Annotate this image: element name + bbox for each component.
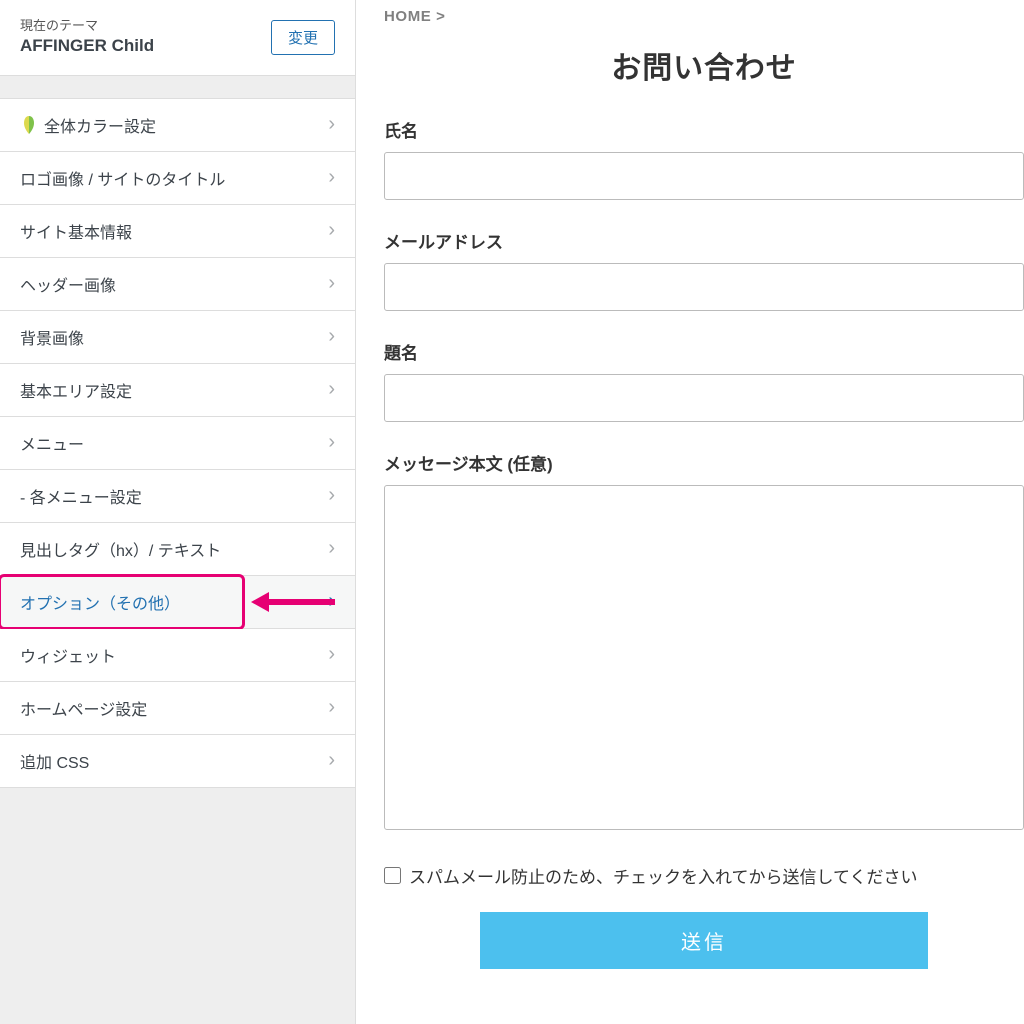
sidebar-item-label: ヘッダー画像 (20, 272, 116, 296)
sidebar-item-4[interactable]: 背景画像 › (0, 311, 355, 364)
spam-checkbox[interactable] (384, 867, 401, 884)
sidebar-menu: 全体カラー設定›ロゴ画像 / サイトのタイトル›サイト基本情報›ヘッダー画像›背… (0, 98, 355, 788)
name-input[interactable] (384, 152, 1024, 200)
sidebar-item-label: ウィジェット (20, 643, 116, 667)
chevron-right-icon: › (328, 113, 335, 136)
spam-check-row: スパムメール防止のため、チェックを入れてから送信してください (384, 863, 1024, 888)
chevron-right-icon: › (328, 643, 335, 666)
chevron-right-icon: › (328, 749, 335, 772)
email-label: メールアドレス (384, 228, 1024, 253)
sidebar-item-0[interactable]: 全体カラー設定 › (0, 99, 355, 152)
sidebar-item-label: 基本エリア設定 (20, 378, 132, 402)
chevron-right-icon: › (328, 166, 335, 189)
chevron-right-icon: › (328, 484, 335, 507)
sidebar-item-10[interactable]: ウィジェット › (0, 629, 355, 682)
chevron-right-icon: › (328, 272, 335, 295)
email-input[interactable] (384, 263, 1024, 311)
sidebar-item-6[interactable]: メニュー › (0, 417, 355, 470)
sidebar-item-label: ロゴ画像 / サイトのタイトル (20, 166, 225, 190)
chevron-right-icon: › (328, 219, 335, 242)
chevron-right-icon: › (328, 325, 335, 348)
sidebar-item-7[interactable]: - 各メニュー設定 › (0, 470, 355, 523)
change-theme-button[interactable]: 変更 (271, 20, 335, 55)
theme-info-box: 現在のテーマ AFFINGER Child 変更 (0, 0, 355, 76)
theme-name: AFFINGER Child (20, 35, 154, 57)
field-email: メールアドレス (384, 228, 1024, 311)
message-label: メッセージ本文 (任意) (384, 450, 1024, 475)
leaf-icon (20, 115, 38, 135)
sidebar-item-2[interactable]: サイト基本情報 › (0, 205, 355, 258)
sidebar-item-label: ホームページ設定 (20, 696, 147, 720)
chevron-right-icon: › (328, 537, 335, 560)
spam-check-label: スパムメール防止のため、チェックを入れてから送信してください (409, 863, 917, 888)
chevron-right-icon: › (328, 378, 335, 401)
sidebar-item-label: 背景画像 (20, 325, 84, 349)
breadcrumb[interactable]: HOME > (384, 8, 1024, 25)
sidebar-item-label: 全体カラー設定 (44, 113, 156, 137)
sidebar-spacer (0, 76, 355, 98)
sidebar-item-11[interactable]: ホームページ設定 › (0, 682, 355, 735)
sidebar-item-label: サイト基本情報 (20, 219, 132, 243)
field-message: メッセージ本文 (任意) (384, 450, 1024, 835)
sidebar-filler (0, 788, 355, 1024)
sidebar-item-label: メニュー (20, 431, 84, 455)
sidebar-item-label: オプション（その他） (20, 590, 180, 614)
customizer-sidebar: 現在のテーマ AFFINGER Child 変更 全体カラー設定›ロゴ画像 / … (0, 0, 356, 1024)
subject-input[interactable] (384, 374, 1024, 422)
chevron-right-icon: › (328, 696, 335, 719)
sidebar-item-label: 見出しタグ（hx）/ テキスト (20, 537, 221, 561)
subject-label: 題名 (384, 339, 1024, 364)
current-theme-label: 現在のテーマ (20, 18, 154, 35)
annotation-arrow-icon (249, 590, 337, 614)
preview-pane: HOME > お問い合わせ 氏名 メールアドレス 題名 メッセージ本文 (任意)… (356, 0, 1024, 1024)
page-title: お問い合わせ (384, 43, 1024, 87)
sidebar-item-1[interactable]: ロゴ画像 / サイトのタイトル › (0, 152, 355, 205)
chevron-right-icon: › (328, 590, 335, 613)
message-textarea[interactable] (384, 485, 1024, 830)
sidebar-item-5[interactable]: 基本エリア設定 › (0, 364, 355, 417)
sidebar-item-label: 追加 CSS (20, 749, 89, 773)
sidebar-item-3[interactable]: ヘッダー画像 › (0, 258, 355, 311)
sidebar-item-9[interactable]: オプション（その他） › (0, 576, 355, 629)
name-label: 氏名 (384, 117, 1024, 142)
field-subject: 題名 (384, 339, 1024, 422)
field-name: 氏名 (384, 117, 1024, 200)
sidebar-item-label: - 各メニュー設定 (20, 484, 142, 508)
chevron-right-icon: › (328, 431, 335, 454)
submit-button[interactable]: 送信 (480, 912, 928, 969)
sidebar-item-8[interactable]: 見出しタグ（hx）/ テキスト › (0, 523, 355, 576)
sidebar-item-12[interactable]: 追加 CSS › (0, 735, 355, 788)
